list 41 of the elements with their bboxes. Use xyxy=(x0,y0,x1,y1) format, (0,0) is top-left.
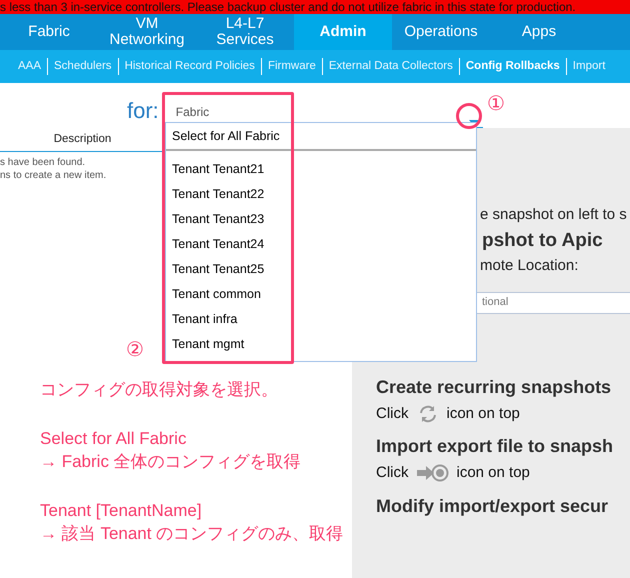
nav-tab[interactable]: Operations xyxy=(392,14,490,50)
nav-tab[interactable]: Fabric xyxy=(0,14,98,50)
sub-nav-link[interactable]: Import xyxy=(566,58,612,76)
section-heading: Create recurring snapshots xyxy=(376,376,612,399)
dropdown-option[interactable]: Tenant mgmt xyxy=(166,332,476,357)
annotation-text: → Fabric 全体のコンフィグを取得 xyxy=(40,451,301,473)
sub-nav-link[interactable]: External Data Collectors xyxy=(322,58,459,76)
sub-nav-link[interactable]: Schedulers xyxy=(47,58,118,76)
nav-tab[interactable]: Admin xyxy=(294,14,392,50)
annotation-text: Tenant [TenantName] xyxy=(40,500,202,522)
annotation-text: → 該当 Tenant のコンフィグのみ、取得 xyxy=(40,523,344,545)
panel-text: mote Location: xyxy=(480,256,580,276)
empty-message: ns to create a new item. xyxy=(0,169,106,182)
sub-nav-link[interactable]: Historical Record Policies xyxy=(118,58,261,76)
sub-nav-link[interactable]: Config Rollbacks xyxy=(458,58,566,76)
instruction-text: Click xyxy=(376,404,408,424)
nav-tab[interactable]: VM Networking xyxy=(98,14,196,50)
annotation-text: Select for All Fabric xyxy=(40,428,186,450)
dropdown-option[interactable]: Tenant Tenant22 xyxy=(166,182,476,207)
nav-tab[interactable]: L4-L7 Services xyxy=(196,14,294,50)
scope-label: for: xyxy=(127,98,159,124)
section-heading: Modify import/export secur xyxy=(376,494,610,518)
instruction-text: icon on top xyxy=(446,404,520,424)
dropdown-option[interactable]: Tenant Tenant25 xyxy=(166,257,476,282)
callout-number: ① xyxy=(487,92,505,117)
instruction-text: icon on top xyxy=(456,463,530,483)
panel-text: e snapshot on left to s xyxy=(480,205,628,225)
sub-nav-link[interactable]: AAA xyxy=(12,58,48,76)
empty-message: s have been found. xyxy=(0,156,86,169)
panel-heading: pshot to Apic xyxy=(482,228,604,252)
dropdown-option[interactable]: Tenant Tenant23 xyxy=(166,207,476,232)
section-heading: Import export file to snapsh xyxy=(376,435,614,458)
warning-banner: s less than 3 in-service controllers. Please backup cluster and do not utilize fabric in this state for production. xyxy=(0,0,630,14)
sub-nav-link[interactable]: Firmware xyxy=(260,58,322,76)
arrow-circle-icon xyxy=(416,463,448,484)
annotation-text: コンフィグの取得対象を選択。 xyxy=(40,379,278,401)
dropdown-option[interactable]: Tenant Tenant21 xyxy=(166,157,476,182)
dropdown-option[interactable]: Tenant Tenant24 xyxy=(166,232,476,257)
nav-tab[interactable]: Apps xyxy=(490,14,588,50)
callout-number: ② xyxy=(126,338,144,363)
instruction-text: Click xyxy=(376,463,408,483)
